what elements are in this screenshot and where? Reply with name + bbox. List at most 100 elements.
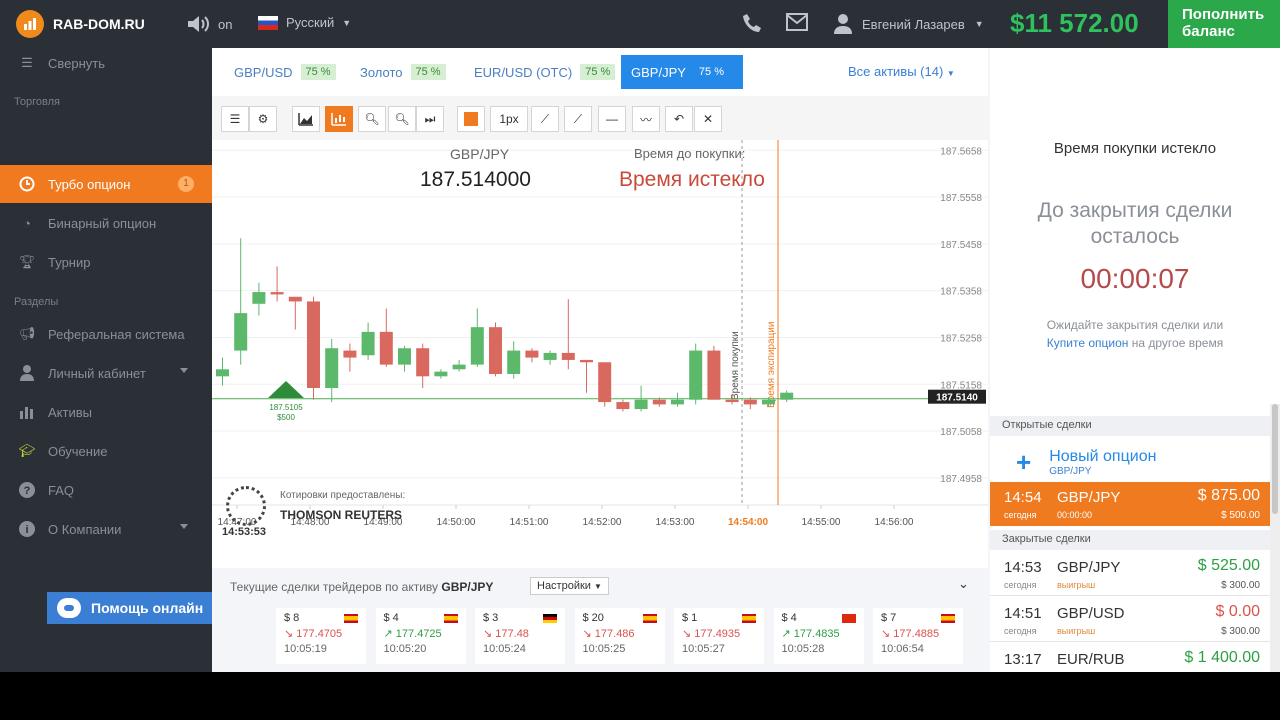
candle-body	[234, 313, 248, 351]
sidebar-item-label: Личный кабинет	[48, 365, 146, 381]
candle-body	[652, 399, 666, 405]
deal-time: 13:17	[1004, 651, 1042, 668]
chart-canvas[interactable]: 187.5658 187.5558 187.5458 187.5358 187.5258…	[212, 140, 988, 568]
time-remaining-heading: До закрытия сделки осталось	[990, 198, 1280, 250]
collapse-chevron-icon[interactable]: ⌄	[958, 576, 969, 592]
area-chart-icon[interactable]	[292, 106, 320, 132]
flag-icon	[941, 614, 955, 623]
trade-rate-value: 177.4935	[694, 628, 741, 640]
sidebar-item-turbo[interactable]: Турбо опцион 1	[0, 165, 212, 203]
deal-investment: $ 300.00	[1221, 626, 1260, 637]
sound-toggle[interactable]: on	[186, 14, 232, 34]
scrollbar[interactable]	[1270, 404, 1280, 672]
closed-deal-row[interactable]: 13:17сегодняEUR/RUB$ 1 400.00	[990, 644, 1270, 672]
closed-deals-heading: Закрытые сделки	[990, 530, 1280, 550]
settings-dropdown[interactable]: Настройки ▼	[530, 577, 609, 595]
tab-gbp-jpy[interactable]: GBP/JPY 75 %	[621, 55, 743, 89]
all-assets-dropdown[interactable]: Все активы (14) ▼	[848, 64, 955, 79]
flag-icon	[443, 614, 458, 623]
sidebar-item-referral[interactable]: 📢︎ Реферальная система	[0, 315, 212, 353]
plus-icon: +	[1016, 446, 1032, 477]
undo-icon[interactable]: ↶	[665, 106, 693, 132]
mail-icon[interactable]	[786, 13, 808, 31]
candle-body	[379, 331, 393, 365]
closed-deal-row[interactable]: 14:51 сегодня GBP/USD выигрыш $ 0.00 $ 300.00	[990, 598, 1270, 642]
flag-icon	[344, 614, 358, 623]
arrow-down-icon: ↘	[284, 628, 297, 640]
clock-icon	[18, 175, 36, 193]
language-selector[interactable]: Русский ▼	[258, 15, 351, 30]
candle-chart-icon[interactable]	[325, 106, 353, 132]
y-tick-label: 187.5458	[940, 240, 982, 251]
current-price-label: 187.5140	[936, 393, 978, 404]
provider-name: THOMSON REUTERS	[280, 508, 403, 522]
sidebar-item-education[interactable]: 🎓︎ Обучение	[0, 432, 212, 470]
line-width-select[interactable]: 1px	[490, 106, 528, 132]
user-icon	[18, 364, 36, 382]
sidebar-item-tournament[interactable]: 🏆︎ Турнир	[0, 243, 212, 281]
candle-body	[470, 327, 484, 365]
sidebar-item-cabinet[interactable]: Личный кабинет	[0, 354, 212, 392]
chart-asset-label: GBP/JPY	[450, 146, 510, 162]
top-bar: RAB-DOM.RU on Русский ▼ Евгений Лазарев …	[0, 0, 1280, 48]
zoom-out-icon[interactable]: 🔍︎	[388, 106, 416, 132]
help-label: Помощь онлайн	[91, 600, 204, 616]
sidebar: ☰ Свернуть Торговля Турбо опцион 1 ◔ Бин…	[0, 48, 218, 672]
sidebar-item-label: Активы	[48, 404, 92, 420]
entry-amount-label: $500	[277, 413, 295, 422]
candle-body	[307, 301, 320, 389]
arrow-down-icon: ↘	[582, 628, 595, 640]
close-icon[interactable]: ✕	[694, 106, 722, 132]
menu-icon[interactable]: ☰	[221, 106, 249, 132]
price-chart[interactable]: 187.5658 187.5558 187.5458 187.5358 187.5258…	[212, 140, 988, 568]
sidebar-item-faq[interactable]: ? FAQ	[0, 471, 212, 509]
scrollbar-thumb[interactable]	[1272, 404, 1278, 514]
tab-gbp-usd[interactable]: GBP/USD 75 %	[224, 55, 346, 89]
candle-body	[525, 350, 539, 358]
trend-line-icon[interactable]: 〰	[632, 106, 660, 132]
deposit-button[interactable]: Пополнить баланс	[1168, 0, 1280, 48]
buy-option-link[interactable]: Купите опцион	[1047, 336, 1129, 350]
candle-body	[762, 399, 775, 405]
new-option-button[interactable]: + Новый опцион GBP/JPY	[990, 440, 1270, 484]
user-menu[interactable]: Евгений Лазарев ▼	[834, 14, 984, 34]
tab-eur-usd-otc[interactable]: EUR/USD (OTC) 75 %	[464, 55, 625, 89]
x-tick-label: 14:51:00	[510, 517, 549, 528]
closed-deal-row[interactable]: 14:53 сегодня GBP/JPY выигрыш $ 525.00 $ 300.…	[990, 552, 1270, 596]
user-icon	[834, 14, 852, 34]
logo-icon[interactable]	[16, 10, 44, 38]
site-name[interactable]: RAB-DOM.RU	[53, 16, 145, 32]
open-deal-row[interactable]: 14:54 сегодня GBP/JPY 00:00:00 $ 875.00 …	[990, 482, 1270, 526]
x-tick-label: 14:50:00	[437, 517, 476, 528]
trade-card: $ 1 ↘ 177.4935 10:05:27	[674, 608, 764, 664]
chart-price: 187.514000	[420, 168, 531, 191]
tab-gold[interactable]: Золото 75 %	[350, 55, 456, 89]
line-tool-icon[interactable]: ⟋	[531, 106, 559, 132]
trade-time: 10:05:27	[682, 643, 725, 655]
sidebar-item-binary[interactable]: ◔ Бинарный опцион	[0, 204, 212, 242]
deal-day: сегодня	[1004, 580, 1037, 590]
caret-down-icon	[180, 524, 188, 529]
purchase-status: Время истекло	[619, 168, 765, 191]
candle-body	[361, 331, 375, 356]
sidebar-item-assets[interactable]: Активы	[0, 393, 212, 431]
settings-label: Настройки	[537, 580, 591, 592]
ray-tool-icon[interactable]: ⟋	[564, 106, 592, 132]
gear-icon[interactable]: ⚙	[249, 106, 277, 132]
arrow-up-icon: ↗	[383, 628, 396, 640]
help-online-button[interactable]: Помощь онлайн	[47, 592, 218, 624]
x-tick-label: 14:55:00	[802, 517, 841, 528]
sidebar-item-about[interactable]: i О Компании	[0, 510, 212, 548]
chevron-down-icon: ▼	[342, 17, 352, 28]
purchase-line-label: Время покупки	[730, 331, 741, 400]
skip-end-icon[interactable]: ⏭︎	[416, 106, 444, 132]
wait-line-1: Ожидайте закрытия сделки или	[1046, 318, 1224, 332]
color-picker[interactable]	[457, 106, 485, 132]
tab-label: GBP/JPY	[631, 64, 686, 80]
zoom-in-icon[interactable]: 🔍︎	[358, 106, 386, 132]
phone-icon[interactable]	[742, 12, 762, 34]
sidebar-collapse[interactable]: ☰ Свернуть	[0, 48, 212, 82]
trade-rate-value: 177.4705	[296, 628, 343, 640]
speaker-icon	[188, 16, 209, 32]
horizontal-line-icon[interactable]: —	[598, 106, 626, 132]
